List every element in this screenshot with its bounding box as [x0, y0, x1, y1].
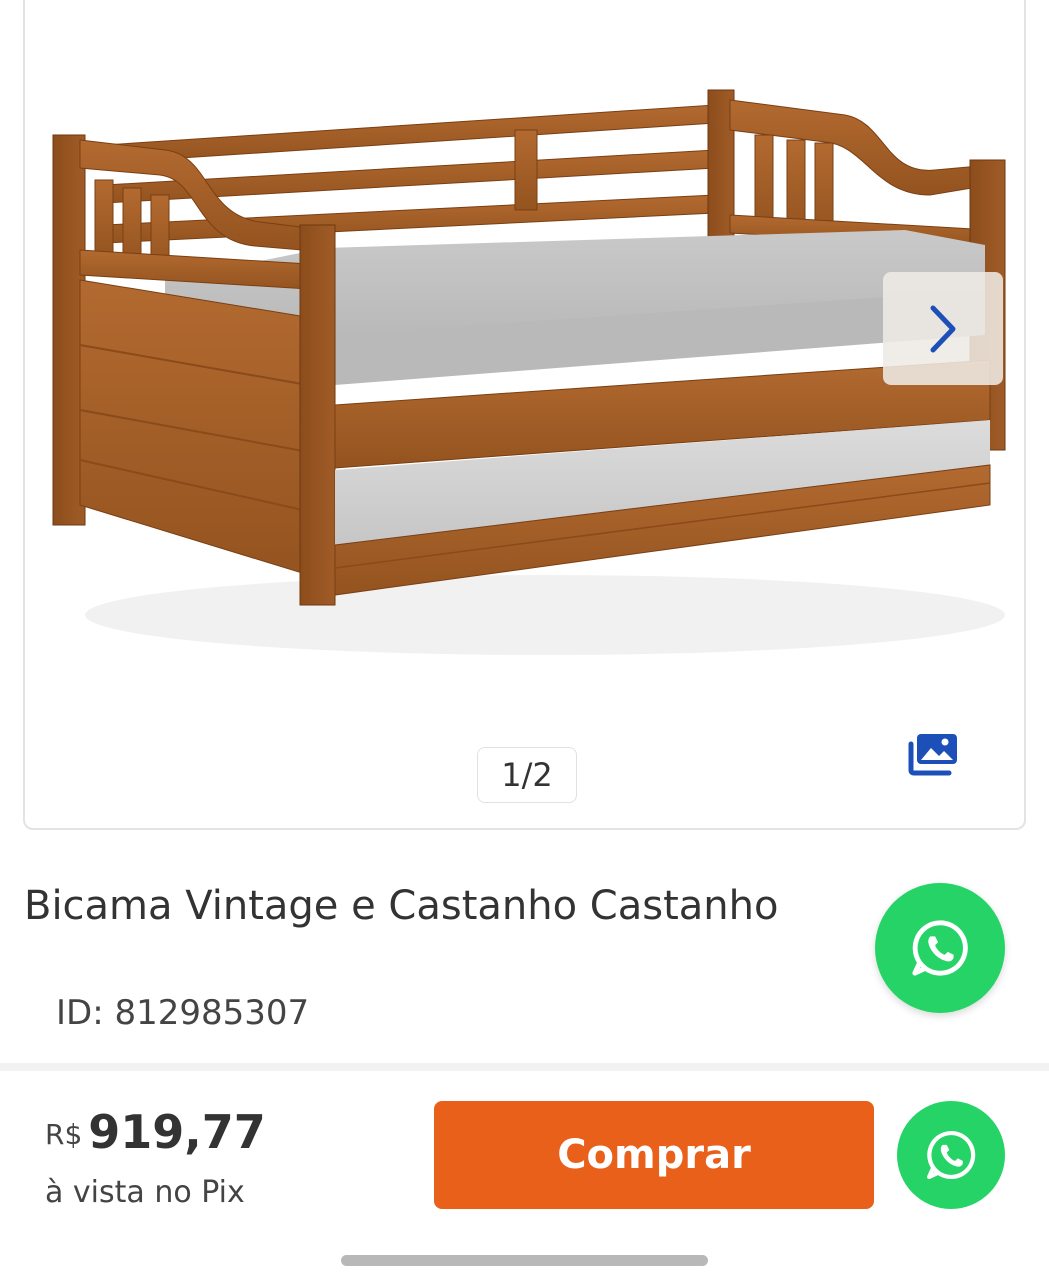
product-id: ID: 812985307 — [56, 993, 310, 1033]
section-divider — [0, 1063, 1049, 1071]
buy-button[interactable]: Comprar — [434, 1101, 874, 1209]
home-indicator[interactable] — [341, 1255, 708, 1266]
whatsapp-contact-button[interactable] — [897, 1101, 1005, 1209]
price-currency: R$ — [45, 1118, 83, 1151]
whatsapp-button[interactable] — [875, 883, 1005, 1013]
product-image-gallery[interactable]: 1/2 — [23, 0, 1026, 830]
image-gallery-icon[interactable] — [907, 732, 959, 776]
whatsapp-icon — [912, 920, 968, 976]
product-title: Bicama Vintage e Castanho Castanho — [24, 883, 779, 929]
price-payment-note: à vista no Pix — [45, 1175, 245, 1210]
price-value: 919,77 — [88, 1105, 266, 1159]
chevron-right-icon — [930, 305, 956, 352]
next-image-button[interactable] — [883, 272, 1003, 385]
whatsapp-icon — [926, 1130, 976, 1180]
image-counter: 1/2 — [477, 747, 577, 803]
price: R$ 919,77 — [45, 1105, 266, 1159]
bed-product-image — [52, 89, 1006, 655]
